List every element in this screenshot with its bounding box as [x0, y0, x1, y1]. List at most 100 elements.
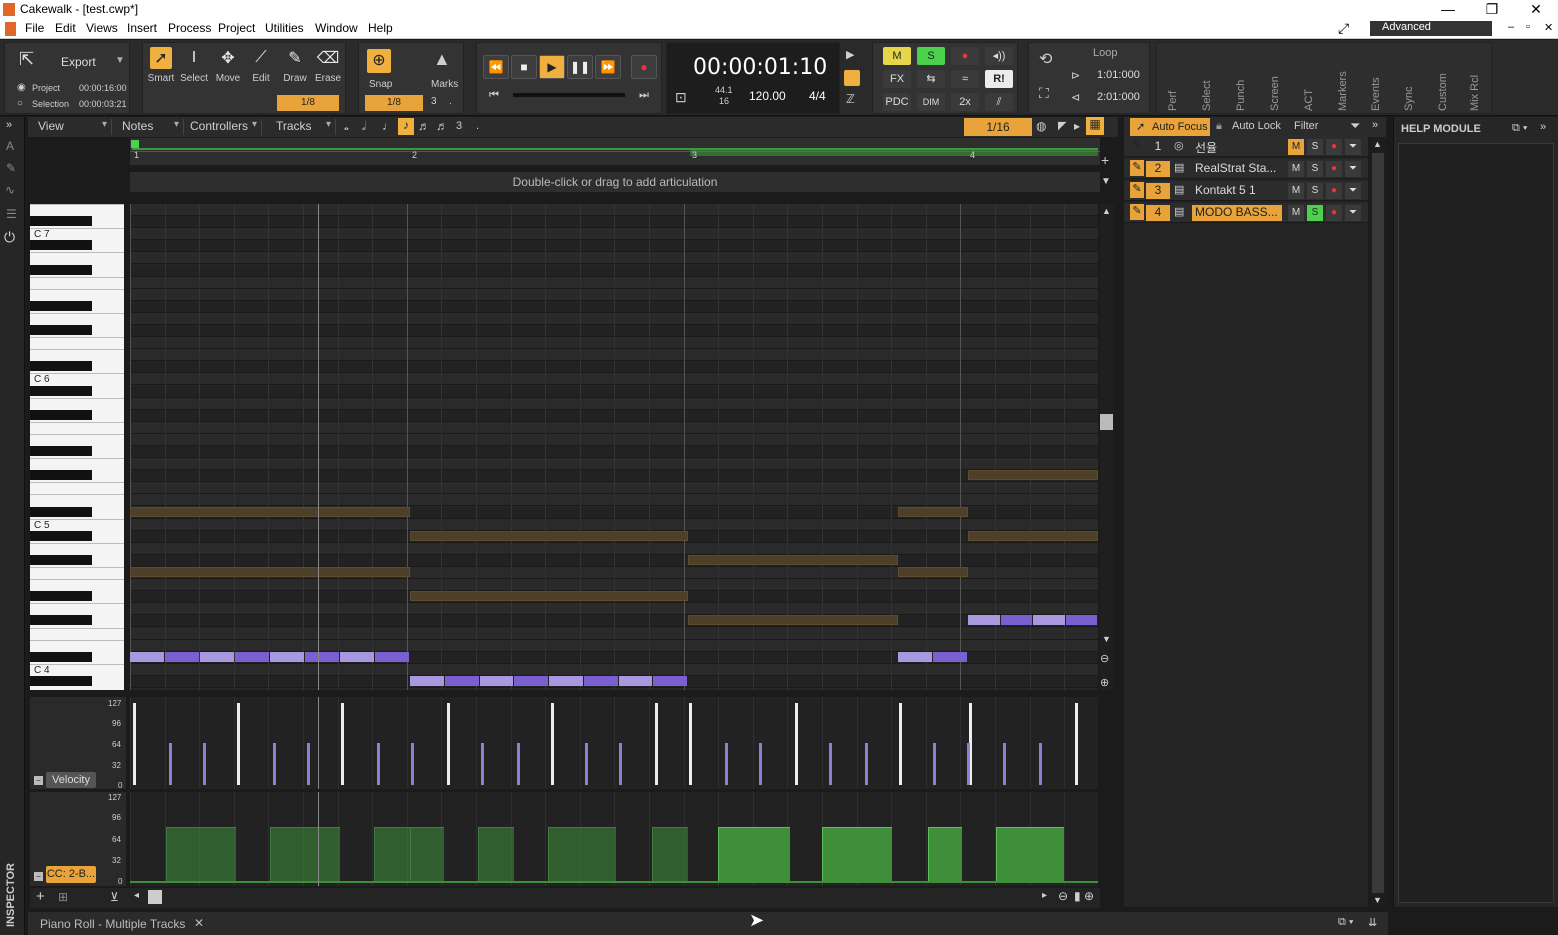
ghost-note[interactable]	[410, 591, 688, 602]
selection-region[interactable]	[690, 148, 1098, 156]
pencil-icon[interactable]: ✎	[6, 161, 16, 175]
track-arm-icon[interactable]: ●	[1326, 183, 1342, 199]
select-tool[interactable]: I Select	[178, 47, 210, 84]
module-screen[interactable]: Screen	[1269, 61, 1281, 111]
ghost-note[interactable]	[688, 554, 898, 565]
zoom-out-h-icon[interactable]: ⊖	[1058, 889, 1068, 903]
tracks-scroll-up-icon[interactable]: ▲	[1373, 139, 1382, 149]
zoom-slider-icon[interactable]: ▮	[1074, 889, 1081, 903]
midi-note[interactable]	[479, 675, 514, 686]
track-mute-button[interactable]: M	[1288, 183, 1304, 199]
cc-block[interactable]	[718, 827, 790, 882]
module-mix-rcl[interactable]: Mix Rcl	[1469, 61, 1481, 111]
read-all-button[interactable]: R!	[985, 70, 1013, 88]
midi-note[interactable]	[968, 615, 1000, 626]
metronome-icon[interactable]: ⊡	[675, 89, 687, 106]
stop-button[interactable]: ■	[511, 55, 537, 79]
dim-button[interactable]: DIM	[917, 93, 945, 111]
loop-start[interactable]: 1:01:000	[1097, 69, 1140, 81]
snap-dot-button[interactable]: .	[449, 96, 452, 107]
fullscreen-icon[interactable]: ⤢	[1338, 20, 1349, 37]
solo-all-button[interactable]: S	[917, 47, 945, 65]
midi-note[interactable]	[618, 675, 653, 686]
black-key[interactable]	[30, 361, 92, 372]
menu-file[interactable]: File	[25, 21, 44, 35]
midi-note[interactable]	[410, 675, 444, 686]
track-arm-icon[interactable]: ●	[1326, 161, 1342, 177]
velocity-bar-white[interactable]	[133, 703, 136, 785]
triplet-button[interactable]: 3	[456, 120, 462, 132]
pr-snap-select[interactable]: 1/16	[964, 118, 1032, 136]
midi-note[interactable]	[200, 651, 234, 662]
draw-tool[interactable]: ✎ Draw	[279, 47, 311, 84]
pianoroll-tab[interactable]: Piano Roll - Multiple Tracks	[40, 917, 185, 931]
power-icon[interactable]: ⏻	[4, 229, 15, 246]
whole-note-icon[interactable]: 𝅝	[344, 119, 349, 134]
ghost-note[interactable]	[410, 530, 688, 541]
h-scroll-right-icon[interactable]: ▸	[1042, 890, 1047, 901]
mdi-minimize-icon[interactable]: –	[1508, 21, 1514, 33]
fast-forward-button[interactable]: ⏩	[595, 55, 621, 79]
black-key[interactable]	[30, 615, 92, 626]
black-key[interactable]	[30, 675, 92, 686]
velocity-bar[interactable]	[1039, 743, 1042, 785]
midi-note[interactable]	[583, 675, 618, 686]
edit-tool[interactable]: ⟋ Edit	[245, 47, 277, 84]
midi-note[interactable]	[1000, 615, 1032, 626]
record-button[interactable]: ●	[631, 55, 657, 79]
velocity-bar-white[interactable]	[899, 703, 902, 785]
module-perf[interactable]: Perf	[1167, 61, 1179, 111]
velocity-bar[interactable]	[759, 743, 762, 785]
arm-all-icon[interactable]: ●	[951, 47, 979, 65]
go-to-start-icon[interactable]: ⏮	[489, 89, 499, 102]
velocity-bar[interactable]	[933, 743, 936, 785]
cc-block[interactable]	[410, 827, 444, 882]
view-menu[interactable]: View	[32, 119, 112, 135]
midi-note[interactable]	[898, 651, 932, 662]
ghost-note[interactable]	[130, 567, 410, 578]
velocity-bar[interactable]	[1003, 743, 1006, 785]
app-menu-icon[interactable]	[5, 22, 16, 36]
velocity-bar[interactable]	[377, 743, 380, 785]
loop-toggle-icon[interactable]: ⟲	[1039, 49, 1052, 69]
write-icon[interactable]: ⫽	[985, 93, 1013, 111]
note-grid[interactable]	[130, 204, 1098, 690]
mute-all-button[interactable]: M	[883, 47, 911, 65]
tracks-menu[interactable]: Tracks	[270, 119, 336, 135]
snap-value-select[interactable]: 1/8	[365, 95, 423, 111]
midi-note[interactable]	[130, 651, 164, 662]
zoom-out-v-icon[interactable]: ⊖	[1100, 652, 1109, 665]
midi-note[interactable]	[444, 675, 479, 686]
input-echo-icon[interactable]: ◂))	[985, 47, 1013, 65]
midi-note[interactable]	[305, 651, 339, 662]
mdi-restore-icon[interactable]: ▫	[1526, 21, 1530, 33]
rewind-button[interactable]: ⏪	[483, 55, 509, 79]
black-key[interactable]	[30, 470, 92, 481]
inspector-tab[interactable]: INSPECTOR	[5, 857, 17, 927]
track-row[interactable]: ✎ 2 ▤ RealStrat Sta... M S ● ⏷	[1124, 159, 1368, 179]
velocity-bar[interactable]	[273, 743, 276, 785]
export-dropdown-icon[interactable]: ▼	[115, 55, 125, 66]
cc-block[interactable]	[374, 827, 410, 882]
snap-magnet-icon[interactable]: ◍	[1036, 119, 1046, 133]
tempo-display[interactable]: 120.00	[749, 89, 786, 103]
thirtysecond-note-icon[interactable]: ♬	[436, 119, 448, 133]
pane-expand-icon[interactable]: »	[1372, 119, 1378, 131]
help-expand-icon[interactable]: »	[1540, 121, 1546, 133]
midi-note[interactable]	[653, 675, 687, 686]
track-arm-icon[interactable]: ●	[1326, 205, 1342, 221]
zoom-in-h-icon[interactable]: ⊕	[1084, 889, 1094, 903]
ghost-note[interactable]	[688, 615, 898, 626]
black-key[interactable]	[30, 506, 92, 517]
half-note-icon[interactable]: 𝅗𝅥	[362, 119, 366, 134]
play-button[interactable]: ▶	[539, 55, 565, 79]
track-mute-button[interactable]: M	[1288, 139, 1304, 155]
cc-block[interactable]	[996, 827, 1064, 882]
midi-note[interactable]	[165, 651, 199, 662]
play-cursor-icon[interactable]: ▸	[1074, 119, 1080, 133]
h-scroll-thumb[interactable]	[148, 890, 162, 904]
list-icon[interactable]: ☰	[6, 207, 17, 221]
velocity-bar[interactable]	[585, 743, 588, 785]
track-filter-icon[interactable]: ⏷	[1345, 161, 1361, 177]
cc-block[interactable]	[928, 827, 962, 882]
